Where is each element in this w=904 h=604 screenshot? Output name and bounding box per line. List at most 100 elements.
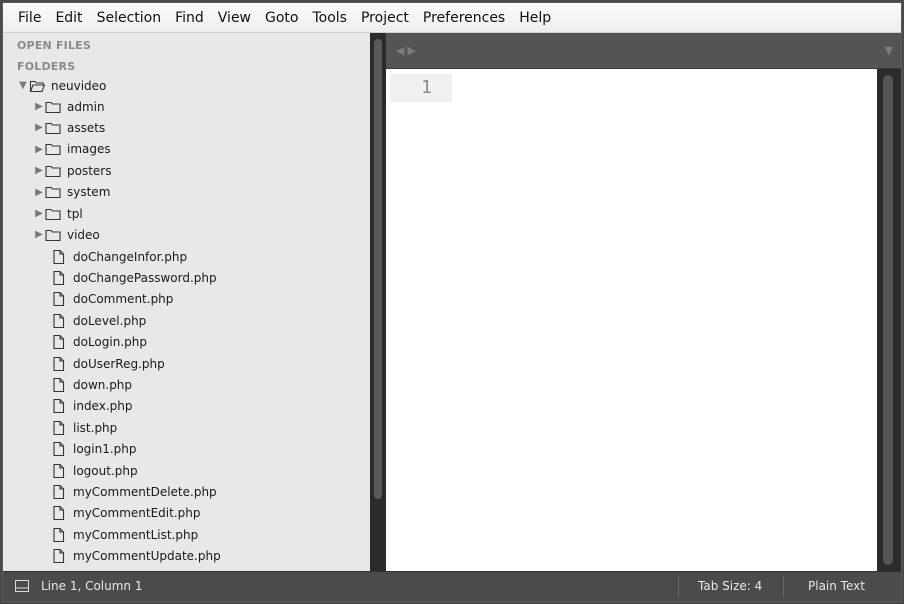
sidebar: OPEN FILES FOLDERS ▼ neuvideo ▶ admin ▶ ass… <box>3 33 370 571</box>
file-label: doLevel.php <box>73 313 147 328</box>
folder-label: admin <box>67 99 105 114</box>
collapsed-arrow-icon[interactable]: ▶ <box>33 101 45 112</box>
folder-icon <box>45 121 61 135</box>
tree-folder-item[interactable]: ▶ tpl <box>33 203 83 224</box>
menu-goto[interactable]: Goto <box>258 3 305 33</box>
open-folder-icon <box>29 79 45 93</box>
file-label: doComment.php <box>73 292 174 307</box>
file-icon <box>51 313 67 328</box>
status-divider <box>783 576 784 596</box>
menu-edit[interactable]: Edit <box>48 3 89 33</box>
tree-file-item[interactable]: doChangeInfor.php <box>51 246 187 267</box>
file-icon <box>51 270 67 285</box>
editor-scroll-thumb[interactable] <box>883 75 893 565</box>
expanded-arrow-icon[interactable]: ▼ <box>17 80 29 91</box>
tab-bar: ◀▶ ▼ <box>386 33 901 69</box>
tree-folder-item[interactable]: ▶ system <box>33 182 110 203</box>
tree-file-item[interactable]: down.php <box>51 374 132 395</box>
tree-folder-item[interactable]: ▶ video <box>33 224 100 245</box>
menu-find[interactable]: Find <box>168 3 211 33</box>
syntax-indicator[interactable]: Plain Text <box>808 572 865 600</box>
tree-root-folder[interactable]: ▼ neuvideo <box>17 75 106 96</box>
panel-toggle-icon[interactable] <box>15 580 29 595</box>
file-label: down.php <box>73 377 133 392</box>
tree-folder-item[interactable]: ▶ posters <box>33 160 111 181</box>
folder-label: images <box>67 142 111 157</box>
editor-scrollbar[interactable] <box>877 69 901 571</box>
file-icon <box>51 377 67 392</box>
tree-file-item[interactable]: myCommentList.php <box>51 524 198 545</box>
tree-file-item[interactable]: logout.php <box>51 460 138 481</box>
menu-selection[interactable]: Selection <box>90 3 169 33</box>
folder-icon <box>45 100 61 114</box>
folder-icon <box>45 185 61 199</box>
file-label: index.php <box>73 399 133 414</box>
file-label: list.php <box>73 420 118 435</box>
tab-dropdown-icon[interactable]: ▼ <box>885 44 893 57</box>
collapsed-arrow-icon[interactable]: ▶ <box>33 187 45 198</box>
file-icon <box>51 527 67 542</box>
tree-folder-item[interactable]: ▶ admin <box>33 96 105 117</box>
sidebar-scrollbar[interactable] <box>370 33 386 571</box>
collapsed-arrow-icon[interactable]: ▶ <box>33 144 45 155</box>
tree-file-item[interactable]: doComment.php <box>51 289 173 310</box>
menu-bar: File Edit Selection Find View Goto Tools… <box>3 3 901 33</box>
file-label: doChangeInfor.php <box>73 249 188 264</box>
tree-file-item[interactable]: doChangePassword.php <box>51 267 217 288</box>
tree-folder-item[interactable]: ▶ images <box>33 139 111 160</box>
status-divider <box>678 576 679 596</box>
tab-size-indicator[interactable]: Tab Size: 4 <box>698 572 762 600</box>
tree-file-item[interactable]: index.php <box>51 396 132 417</box>
file-label: doLogin.php <box>73 335 147 350</box>
tree-file-item[interactable]: doLogin.php <box>51 332 147 353</box>
tree-file-item[interactable]: myCommentUpdate.php <box>51 546 221 567</box>
file-label: logout.php <box>73 463 138 478</box>
sidebar-scroll-thumb[interactable] <box>374 39 382 499</box>
line-number: 1 <box>390 74 452 102</box>
tree-file-item[interactable]: doUserReg.php <box>51 353 165 374</box>
menu-view[interactable]: View <box>211 3 258 33</box>
file-icon <box>51 420 67 435</box>
cursor-position: Line 1, Column 1 <box>41 579 143 593</box>
tree-file-item[interactable]: myCommentEdit.php <box>51 503 200 524</box>
tree-file-item[interactable]: login1.php <box>51 439 137 460</box>
file-label: doChangePassword.php <box>73 270 217 285</box>
menu-project[interactable]: Project <box>354 3 416 33</box>
file-icon <box>51 399 67 414</box>
collapsed-arrow-icon[interactable]: ▶ <box>33 165 45 176</box>
menu-preferences[interactable]: Preferences <box>416 3 512 33</box>
file-icon <box>51 463 67 478</box>
file-label: doUserReg.php <box>73 356 165 371</box>
collapsed-arrow-icon[interactable]: ▶ <box>33 229 45 240</box>
file-label: myCommentDelete.php <box>73 484 217 499</box>
tree-file-item[interactable]: myCommentDelete.php <box>51 481 217 502</box>
menu-help[interactable]: Help <box>512 3 558 33</box>
menu-tools[interactable]: Tools <box>305 3 354 33</box>
tree-file-item[interactable]: list.php <box>51 417 117 438</box>
menu-file[interactable]: File <box>11 3 48 33</box>
tree-folder-item[interactable]: ▶ assets <box>33 117 105 138</box>
file-icon <box>51 484 67 499</box>
folders-heading: FOLDERS <box>17 60 76 73</box>
folder-label: system <box>67 185 111 200</box>
editor-area[interactable]: 1 <box>386 69 877 571</box>
folder-label: assets <box>67 120 106 135</box>
folder-label: video <box>67 227 100 242</box>
file-label: myCommentList.php <box>73 527 199 542</box>
sublime-window: File Edit Selection Find View Goto Tools… <box>2 2 902 602</box>
folder-icon <box>45 142 61 156</box>
root-folder-label: neuvideo <box>51 78 107 93</box>
tab-nav-arrows-icon[interactable]: ◀▶ <box>396 44 419 57</box>
folder-icon <box>45 228 61 242</box>
folder-label: tpl <box>67 206 83 221</box>
folder-icon <box>45 164 61 178</box>
collapsed-arrow-icon[interactable]: ▶ <box>33 122 45 133</box>
file-icon <box>51 506 67 521</box>
folder-label: posters <box>67 163 112 178</box>
file-icon <box>51 356 67 371</box>
file-label: login1.php <box>73 442 137 457</box>
open-files-heading: OPEN FILES <box>17 39 92 52</box>
collapsed-arrow-icon[interactable]: ▶ <box>33 208 45 219</box>
tree-file-item[interactable]: doLevel.php <box>51 310 146 331</box>
file-icon <box>51 292 67 307</box>
